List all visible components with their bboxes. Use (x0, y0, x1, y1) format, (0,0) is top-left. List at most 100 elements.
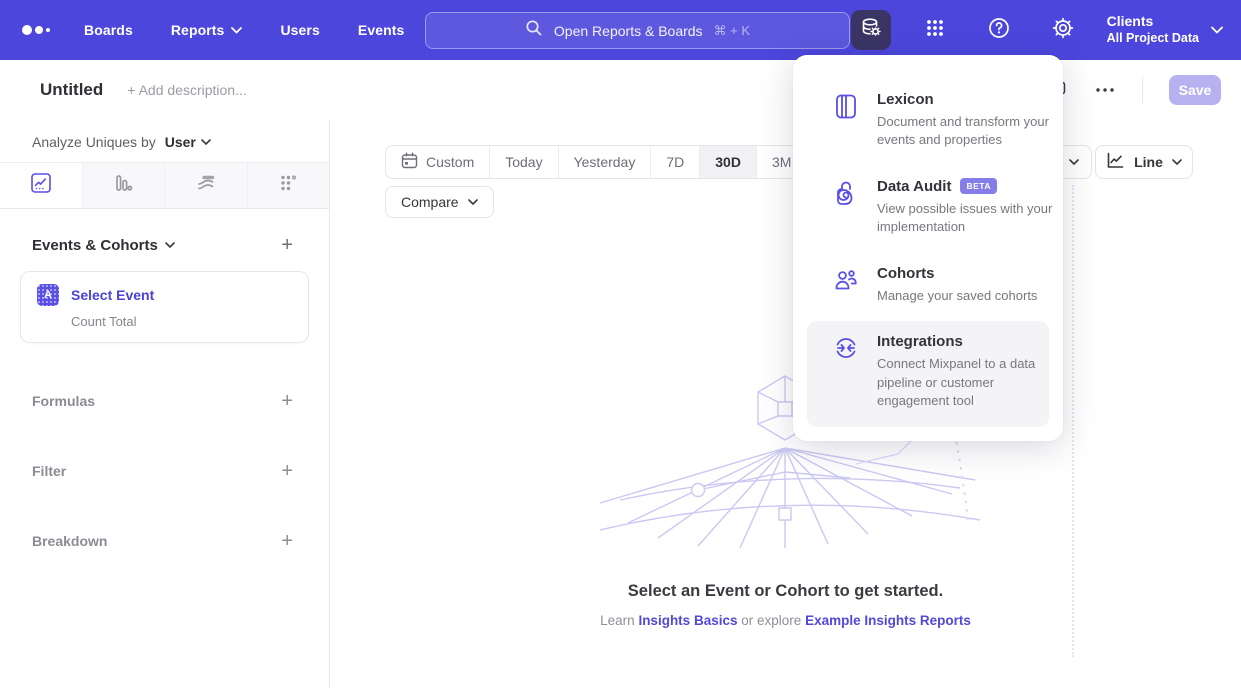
event-selector-card[interactable]: A Select Event Count Total (20, 271, 309, 343)
cohorts-icon (833, 265, 859, 305)
filter-label: Filter (32, 463, 66, 479)
breakdown-label: Breakdown (32, 533, 107, 549)
menu-item-cohorts[interactable]: Cohorts Manage your saved cohorts (807, 253, 1049, 321)
top-nav: Boards Reports Users Events Open Reports… (0, 0, 1241, 60)
menu-item-title: Integrations (877, 333, 1055, 350)
tab-flow-chart[interactable] (165, 163, 248, 208)
add-filter-button[interactable]: + (281, 461, 293, 481)
help-button[interactable] (979, 10, 1019, 50)
date-range-7d[interactable]: 7D (651, 146, 700, 178)
compare-label: Compare (401, 194, 459, 210)
line-chart-icon (30, 172, 52, 199)
menu-item-integrations[interactable]: Integrations Connect Mixpanel to a data … (807, 321, 1049, 426)
menu-item-description: View possible issues with your implement… (877, 200, 1055, 237)
event-aggregation[interactable]: Count Total (71, 314, 294, 329)
empty-state-links: Learn Insights Basics or explore Example… (330, 613, 1241, 628)
analyze-uniques-control[interactable]: Analyze Uniques by User (0, 120, 329, 162)
formulas-section: Formulas + (0, 389, 329, 413)
nav-item-label: Reports (171, 22, 225, 38)
analyze-prefix: Analyze Uniques by (32, 134, 156, 150)
chevron-down-icon (165, 242, 175, 249)
line-style-icon (1106, 152, 1125, 172)
chevron-down-icon (1069, 159, 1079, 166)
events-cohorts-toggle[interactable]: Events & Cohorts (32, 237, 175, 254)
chevron-down-icon (1172, 159, 1182, 166)
mixpanel-logo-icon[interactable] (22, 25, 62, 35)
divider (1142, 77, 1143, 103)
chevron-down-icon (1211, 26, 1223, 34)
project-name: Clients (1107, 13, 1199, 31)
settings-button[interactable] (1043, 10, 1083, 50)
insights-basics-link[interactable]: Insights Basics (638, 613, 737, 628)
chevron-down-icon (231, 27, 242, 34)
breakdown-section: Breakdown + (0, 529, 329, 553)
nav-item-users[interactable]: Users (280, 22, 319, 38)
menu-item-description: Document and transform your events and p… (877, 113, 1055, 150)
event-series-badge: A (37, 284, 59, 306)
nav-item-label: Events (358, 22, 405, 38)
example-reports-link[interactable]: Example Insights Reports (805, 613, 971, 628)
nav-item-events[interactable]: Events (358, 22, 405, 38)
tab-metrics-grid[interactable] (248, 163, 330, 208)
learn-prefix: Learn (600, 613, 635, 628)
date-range-30d[interactable]: 30D (700, 146, 757, 178)
metrics-grid-icon (277, 172, 299, 199)
nav-item-reports[interactable]: Reports (171, 22, 243, 38)
search-placeholder: Open Reports & Boards (554, 23, 703, 39)
menu-item-description: Connect Mixpanel to a data pipeline or c… (877, 355, 1055, 410)
search-icon (525, 19, 543, 42)
query-builder-sidebar: Analyze Uniques by User Events & Cohorts… (0, 120, 330, 688)
nav-item-label: Boards (84, 22, 133, 38)
chart-style-dropdown[interactable]: Line (1095, 145, 1193, 179)
bar-chart-icon (112, 172, 134, 199)
add-breakdown-button[interactable]: + (281, 531, 293, 551)
explore-middle: or explore (741, 613, 801, 628)
gear-icon (1051, 16, 1075, 45)
project-switcher[interactable]: Clients All Project Data (1107, 13, 1223, 46)
beta-badge: BETA (960, 178, 997, 194)
date-range-yesterday[interactable]: Yesterday (559, 146, 652, 178)
report-title[interactable]: Untitled (40, 80, 103, 100)
menu-item-title: Data Audit (877, 178, 951, 195)
tab-line-chart[interactable] (0, 163, 83, 208)
grid-icon (924, 17, 946, 44)
menu-item-title: Lexicon (877, 91, 1055, 108)
events-cohorts-label: Events & Cohorts (32, 237, 158, 254)
date-range-custom[interactable]: Custom (386, 146, 490, 178)
apps-grid-button[interactable] (915, 10, 955, 50)
date-range-control: Custom Today Yesterday 7D 30D 3M 6M (385, 145, 858, 179)
nav-item-label: Users (280, 22, 319, 38)
report-canvas: Custom Today Yesterday 7D 30D 3M 6M Comp… (330, 120, 1241, 688)
flow-chart-icon (195, 172, 217, 199)
formulas-label: Formulas (32, 393, 95, 409)
menu-item-data-audit[interactable]: Data Audit BETA View possible issues wit… (807, 166, 1049, 253)
calendar-icon (401, 152, 418, 172)
add-formula-button[interactable]: + (281, 391, 293, 411)
chart-type-tabs (0, 162, 329, 209)
integrations-icon (833, 333, 859, 410)
lexicon-icon (833, 91, 859, 150)
date-range-today[interactable]: Today (490, 146, 558, 178)
tab-bar-chart[interactable] (83, 163, 166, 208)
menu-item-description: Manage your saved cohorts (877, 287, 1055, 305)
data-audit-icon (833, 178, 859, 237)
filter-section: Filter + (0, 459, 329, 483)
project-scope: All Project Data (1107, 31, 1199, 47)
menu-item-lexicon[interactable]: Lexicon Document and transform your even… (807, 79, 1049, 166)
add-event-button[interactable]: + (281, 235, 293, 255)
events-cohorts-header: Events & Cohorts + (0, 209, 329, 255)
chart-style-label: Line (1134, 154, 1163, 170)
nav-item-boards[interactable]: Boards (84, 22, 133, 38)
search-shortcut: ⌘ + K (714, 23, 751, 39)
save-button[interactable]: Save (1169, 75, 1221, 105)
data-management-button[interactable] (851, 10, 891, 50)
analyze-value: User (165, 134, 196, 150)
database-gear-icon (859, 16, 883, 45)
search-input[interactable]: Open Reports & Boards ⌘ + K (425, 12, 850, 49)
chevron-down-icon (201, 139, 211, 146)
data-management-menu: Lexicon Document and transform your even… (793, 55, 1063, 441)
add-description-field[interactable]: + Add description... (127, 82, 246, 98)
compare-button[interactable]: Compare (385, 186, 494, 218)
more-options-button[interactable] (1094, 79, 1116, 101)
select-event-button[interactable]: Select Event (71, 287, 154, 303)
